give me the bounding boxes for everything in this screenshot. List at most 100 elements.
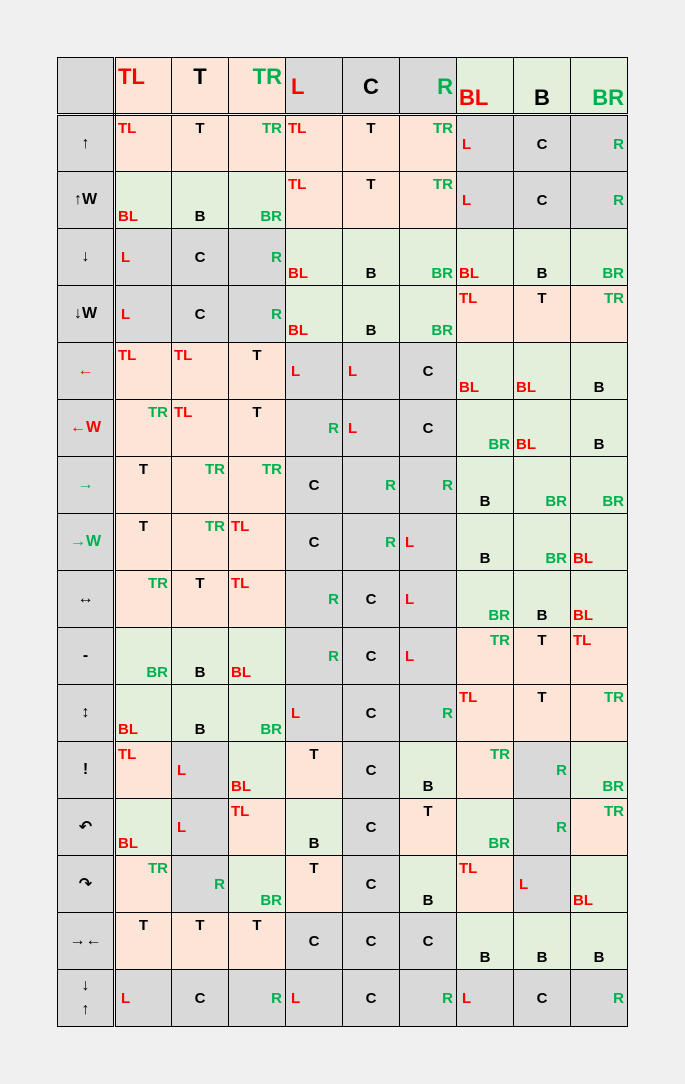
cell-label: TL (118, 120, 137, 137)
cell-label: B (479, 550, 491, 567)
table-cell: C (285, 456, 343, 514)
cell-label: B (593, 436, 605, 453)
cell-label: TL (231, 803, 250, 820)
cell-label: T (138, 461, 149, 478)
row-label: → (77, 476, 94, 493)
table-cell: L (342, 399, 400, 457)
table-cell: T (228, 912, 286, 970)
table-cell: R (285, 627, 343, 685)
cell-label: R (214, 876, 225, 893)
table-cell: R (570, 171, 628, 229)
table-cell: L (456, 171, 514, 229)
table-cell: T (228, 399, 286, 457)
cell-label: R (385, 534, 396, 551)
cell-label: BR (602, 265, 624, 282)
table-row: ↶ BL L TL B C T BR R TR (57, 798, 628, 856)
cell-label: BR (488, 436, 510, 453)
table-row: ↑ TL T TR TL T TR L C R (57, 114, 628, 172)
table-cell: T (342, 114, 400, 172)
table-cell: C (285, 912, 343, 970)
row-label-cell: ↓W (57, 285, 116, 343)
table-cell: TR (114, 570, 172, 628)
corner-cell (57, 57, 116, 116)
table-cell: C (342, 741, 400, 799)
cell-label: L (291, 705, 301, 722)
header-label: R (437, 74, 453, 99)
table-cell: TR (456, 741, 514, 799)
cell-label: B (365, 265, 377, 282)
cell-label: C (365, 990, 377, 1007)
table-cell: B (342, 228, 400, 286)
arrow-icon: ↓ (81, 977, 90, 994)
table-cell: T (285, 741, 343, 799)
table-cell: L (114, 285, 172, 343)
table-cell: BL (228, 627, 286, 685)
table-cell: B (456, 456, 514, 514)
rotate-cw-icon: ↷ (78, 876, 93, 893)
table-cell: BL (513, 399, 571, 457)
table-cell: TR (570, 798, 628, 856)
cell-label: BL (573, 607, 593, 624)
table-cell: B (456, 513, 514, 571)
table-cell: BR (114, 627, 172, 685)
cell-label: R (328, 648, 339, 665)
table-cell: R (399, 456, 457, 514)
table-cell: BR (228, 855, 286, 913)
table-cell: TL (171, 399, 229, 457)
cell-label: BR (545, 550, 567, 567)
table-cell: B (399, 741, 457, 799)
table-cell: TR (570, 285, 628, 343)
cell-label: BR (488, 607, 510, 624)
cell-label: L (177, 819, 187, 836)
header-cell-r: R (399, 57, 457, 116)
cell-label: BR (602, 493, 624, 510)
table-row: → T TR TR C R R B BR BR (57, 456, 628, 514)
table-cell: BR (456, 399, 514, 457)
cell-label: B (422, 892, 434, 909)
cell-label: R (613, 192, 624, 209)
table-cell: BL (114, 684, 172, 742)
table-cell: L (114, 969, 172, 1027)
table-cell: L (114, 228, 172, 286)
table-cell: L (399, 570, 457, 628)
header-label: T (193, 64, 207, 89)
table-cell: L (399, 513, 457, 571)
cell-label: T (309, 746, 319, 763)
table-cell: TR (228, 114, 286, 172)
cell-label: BL (459, 379, 479, 396)
table-cell: B (285, 798, 343, 856)
table-cell: L (399, 627, 457, 685)
rotate-ccw-icon: ↶ (78, 819, 93, 836)
cell-label: T (138, 518, 149, 535)
table-row: ! TL L BL T C B TR R BR (57, 741, 628, 799)
cell-label: BR (431, 322, 453, 339)
orientation-table: TL T TR L C R BL B BR ↑ TL T TR TL T TR L C R ↑W BL B BR TL T TR L… (57, 57, 628, 1027)
table-cell: BL (285, 285, 343, 343)
cell-label: C (536, 136, 548, 153)
header-cell-l: L (285, 57, 343, 116)
cell-label: BR (260, 208, 282, 225)
table-cell: L (456, 969, 514, 1027)
cell-label: TR (205, 518, 225, 535)
row-label-cell: ← (57, 342, 116, 400)
cell-label: C (536, 990, 548, 1007)
cell-label: B (194, 721, 206, 738)
table-cell: R (228, 285, 286, 343)
row-label: ! (82, 761, 89, 778)
table-cell: T (171, 570, 229, 628)
table-cell: R (228, 228, 286, 286)
cell-label: T (537, 290, 547, 307)
header-label: BL (459, 85, 489, 110)
cell-label: TL (231, 575, 250, 592)
header-label: TL (118, 64, 145, 89)
cell-label: R (271, 990, 282, 1007)
table-cell: L (456, 114, 514, 172)
table-cell: C (171, 285, 229, 343)
header-cell-t: T (171, 57, 229, 116)
cell-label: R (385, 477, 396, 494)
cell-label: TR (433, 120, 453, 137)
header-label: C (363, 74, 379, 99)
table-cell: B (513, 228, 571, 286)
table-cell: T (171, 114, 229, 172)
cell-label: C (365, 876, 377, 893)
